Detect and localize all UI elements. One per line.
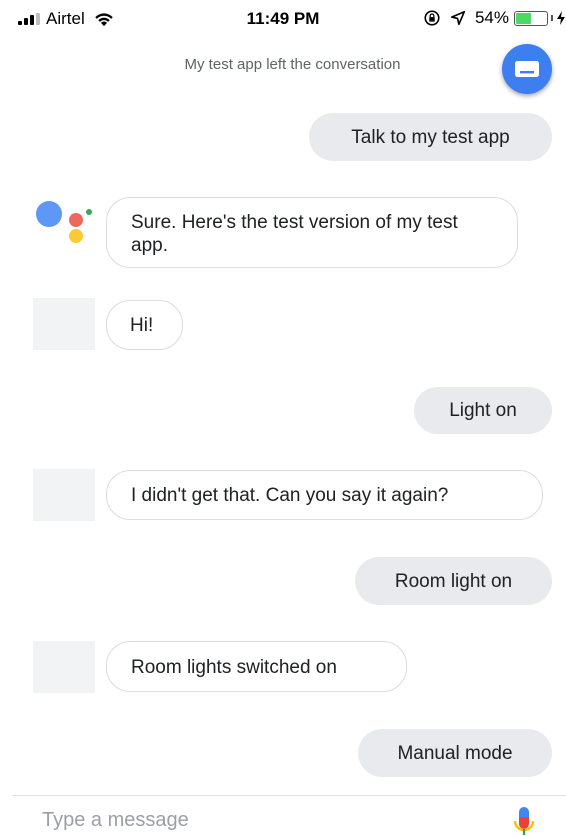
charging-icon (557, 11, 565, 25)
assistant-message: Sure. Here's the test version of my test… (106, 197, 518, 268)
user-message: Talk to my test app (309, 113, 552, 161)
battery-level (516, 12, 532, 24)
microphone-icon[interactable] (510, 806, 538, 836)
app-message: Hi! (106, 300, 183, 350)
keyboard-icon (515, 61, 539, 77)
user-message: Room light on (355, 557, 552, 605)
app-avatar (33, 298, 95, 350)
battery-cap (551, 15, 553, 21)
battery-percent: 54% (474, 8, 509, 27)
battery-icon (514, 10, 548, 26)
app-message: I didn't get that. Can you say it again? (106, 470, 543, 520)
status-right: 54% (423, 8, 566, 28)
input-divider (12, 795, 566, 796)
app-message: Room lights switched on (106, 641, 407, 692)
user-message: Manual mode (358, 729, 552, 777)
app-avatar (33, 641, 95, 693)
app-avatar (33, 469, 95, 521)
assistant-logo-icon (36, 201, 92, 243)
keyboard-button[interactable] (502, 44, 552, 94)
conversation-status-note: My test app left the conversation (184, 56, 401, 73)
orientation-lock-icon (424, 10, 440, 26)
status-bar: Airtel 11:49 PM 54% (0, 0, 566, 40)
location-arrow-icon (450, 10, 466, 26)
message-input[interactable] (42, 809, 462, 832)
user-message: Light on (414, 387, 552, 434)
